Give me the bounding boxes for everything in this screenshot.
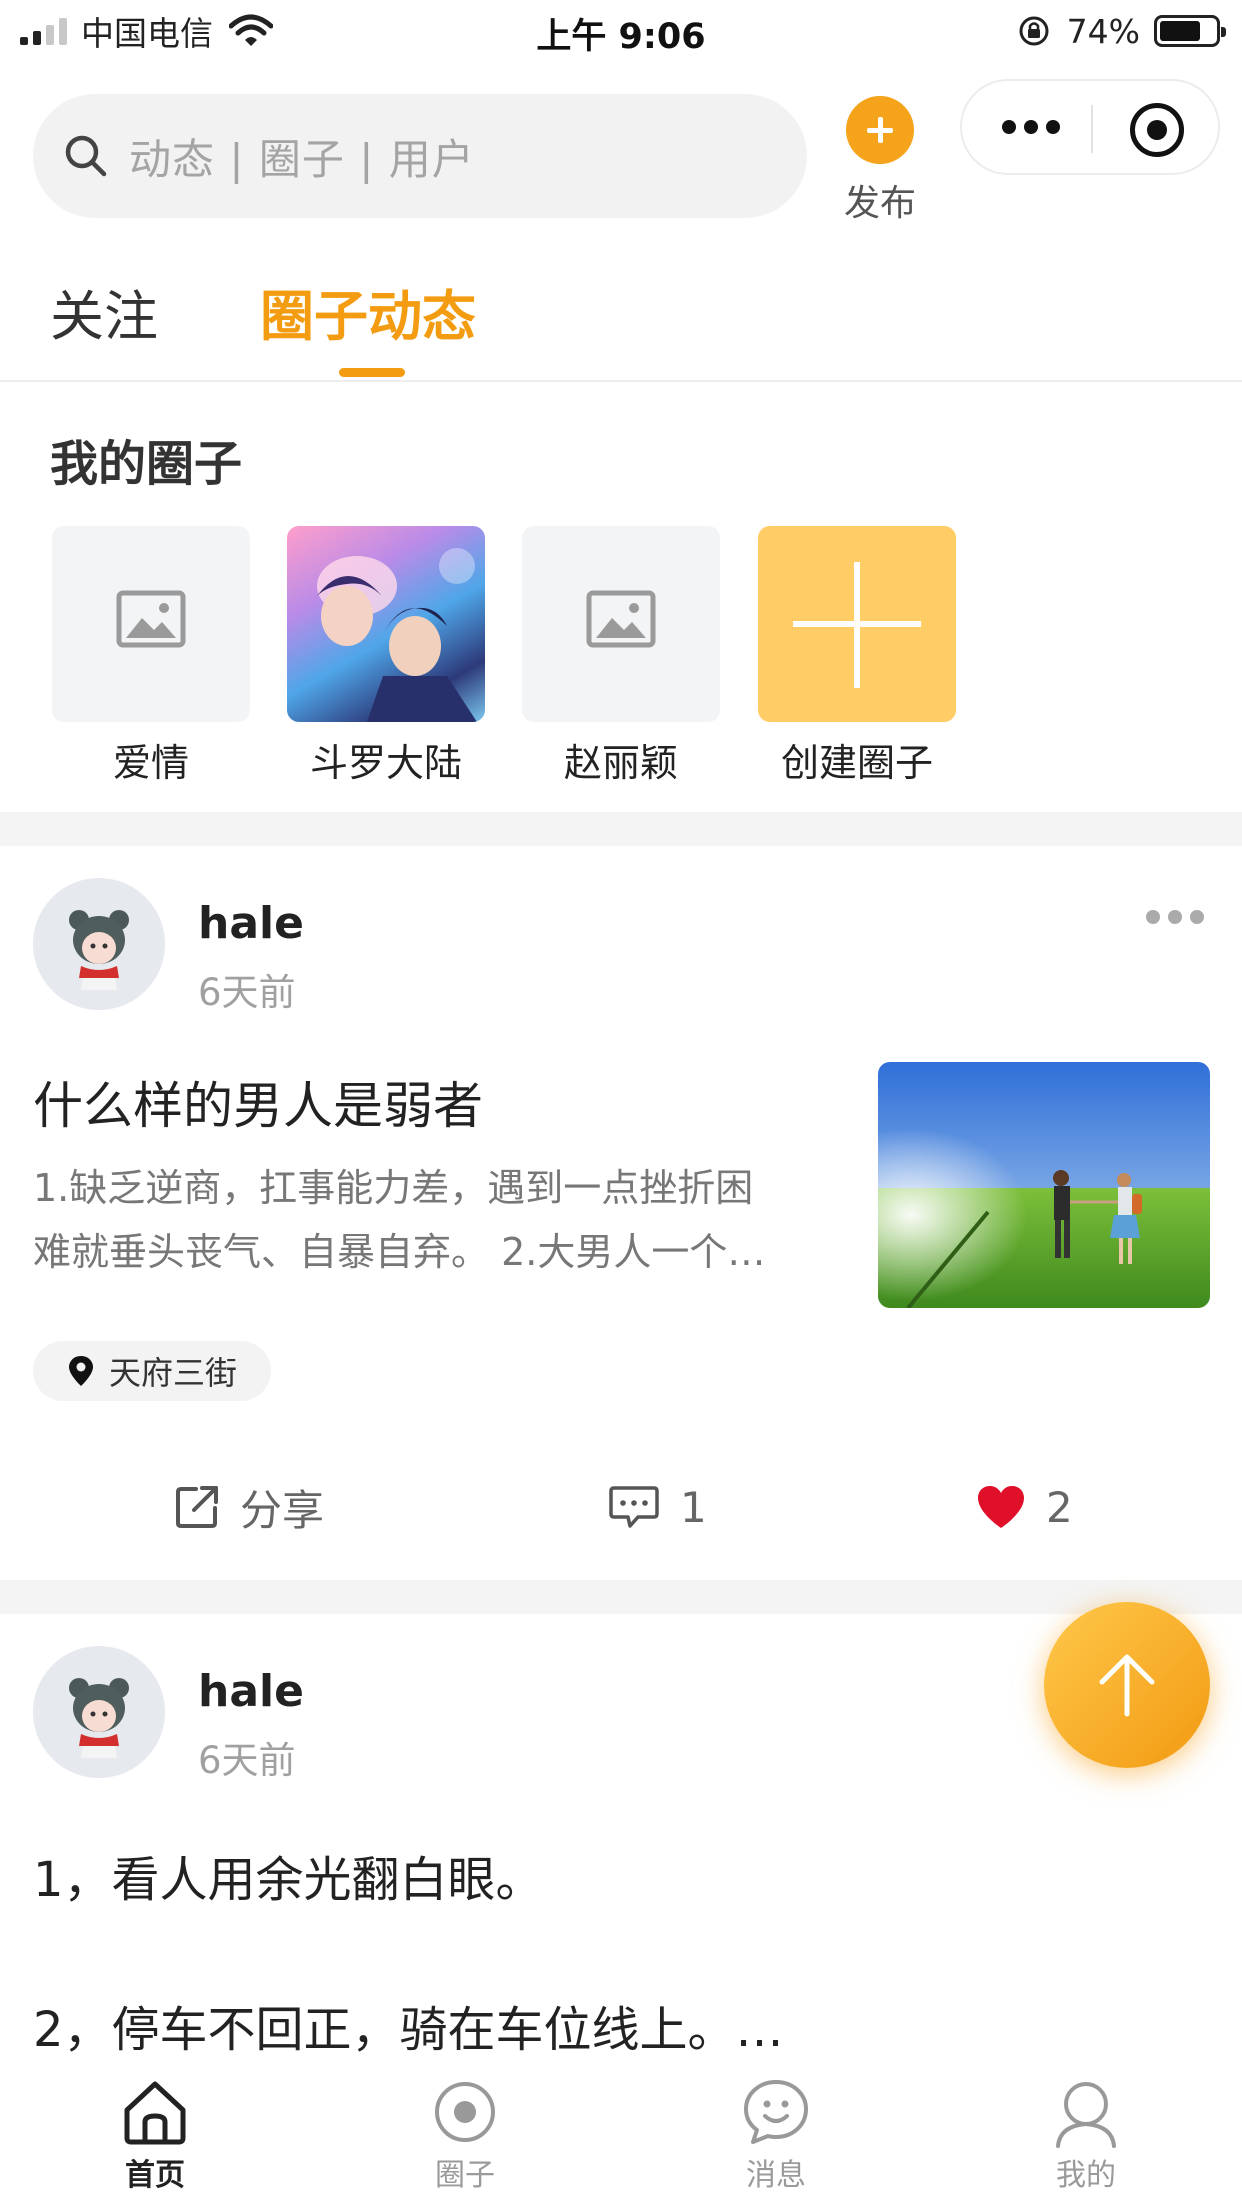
- circle-name: 爱情: [112, 741, 189, 785]
- back-to-top-button[interactable]: [1044, 1602, 1210, 1768]
- tab-active-indicator: [339, 368, 405, 377]
- post-body-line[interactable]: 2，停车不回正，骑在车位线上。…: [33, 1990, 784, 2060]
- nav-messages[interactable]: 消息: [696, 2076, 856, 2194]
- share-button[interactable]: 分享: [174, 1474, 324, 1540]
- post-excerpt-line: 难就垂头丧气、自暴自弃。 2.大男人一个…: [33, 1230, 766, 1274]
- more-options-button[interactable]: [1002, 117, 1062, 137]
- comment-icon: [609, 1486, 659, 1528]
- user-avatar-image: [33, 878, 165, 1010]
- image-placeholder-icon: [116, 590, 186, 648]
- nav-label: 圈子: [435, 2158, 495, 2193]
- post-excerpt[interactable]: 1.缺乏逆商，扛事能力差，遇到一点挫折困 难就垂头丧气、自暴自弃。 2.大男人一…: [33, 1156, 843, 1284]
- profile-icon: [1056, 2082, 1116, 2148]
- circle-thumb-anime-artwork: [287, 526, 485, 722]
- arrow-up-icon: [1099, 1654, 1155, 1717]
- circle-item-douluo[interactable]: 斗罗大陆: [287, 526, 485, 787]
- battery-icon: [1154, 15, 1226, 47]
- plus-icon: [846, 96, 914, 164]
- circle-thumb: [52, 526, 250, 722]
- close-miniprogram-icon[interactable]: [1130, 103, 1184, 157]
- share-label: 分享: [240, 1485, 325, 1535]
- status-right: 74%: [1017, 10, 1226, 52]
- nav-label: 消息: [746, 2158, 806, 2193]
- search-placeholder: 动态 | 圈子 | 用户: [129, 134, 475, 184]
- comment-count: 1: [680, 1482, 707, 1532]
- search-input[interactable]: 动态 | 圈子 | 用户: [33, 94, 807, 218]
- publish-button[interactable]: 发布: [838, 96, 922, 226]
- tab-circle-feed[interactable]: 圈子动态: [260, 272, 476, 351]
- like-button[interactable]: 2: [976, 1474, 1073, 1540]
- post-username[interactable]: hale: [198, 898, 304, 949]
- share-icon: [176, 1486, 218, 1528]
- tab-follow[interactable]: 关注: [50, 272, 158, 351]
- search-icon: [65, 135, 107, 177]
- post-time: 6天前: [198, 971, 296, 1014]
- post-image[interactable]: [878, 1062, 1210, 1308]
- post-body-line[interactable]: 1，看人用余光翻白眼。: [33, 1840, 544, 1910]
- section-divider: [0, 1580, 1242, 1614]
- post-title[interactable]: 什么样的男人是弱者: [33, 1066, 483, 1138]
- post-more-icon[interactable]: [1146, 908, 1206, 926]
- status-bar: 中国电信 上午 9:06 74%: [0, 0, 1242, 62]
- rotation-lock-icon: [1019, 16, 1049, 46]
- app-screen: 中国电信 上午 9:06 74% 动态 | 圈子 | 用户 发布 关注 圈子动态…: [0, 0, 1242, 2208]
- plus-icon: [758, 526, 956, 722]
- post-username[interactable]: hale: [198, 1666, 304, 1717]
- section-divider: [0, 812, 1242, 846]
- nav-profile[interactable]: 我的: [1006, 2076, 1166, 2194]
- circle-name: 斗罗大陆: [309, 741, 462, 785]
- image-placeholder-icon: [586, 590, 656, 648]
- anime-artwork-image: [317, 548, 477, 722]
- post-time: 6天前: [198, 1739, 296, 1782]
- circle-name: 赵丽颖: [563, 741, 678, 785]
- message-icon: [744, 2080, 808, 2144]
- tab-bar: 关注 圈子动态: [0, 262, 1242, 382]
- bottom-nav: 首页 圈子 消息 我的: [0, 2068, 1242, 2208]
- avatar[interactable]: [33, 1646, 165, 1778]
- miniprogram-capsule: [960, 79, 1220, 175]
- comment-button[interactable]: 1: [608, 1474, 707, 1540]
- location-name: 天府三街: [109, 1354, 238, 1392]
- nav-label: 我的: [1056, 2158, 1116, 2193]
- user-avatar-image: [33, 1646, 165, 1778]
- circle-item-love[interactable]: 爱情: [52, 526, 250, 787]
- circle-item-zhaoliying[interactable]: 赵丽颖: [522, 526, 720, 787]
- my-circles-title: 我的圈子: [50, 436, 243, 492]
- like-count: 2: [1046, 1482, 1073, 1532]
- avatar[interactable]: [33, 878, 165, 1010]
- circle-name: 创建圈子: [780, 741, 933, 785]
- location-tag[interactable]: 天府三街: [33, 1341, 272, 1401]
- create-circle-button[interactable]: 创建圈子: [758, 526, 956, 787]
- couple-in-field-photo: [878, 1062, 1210, 1308]
- battery-fill: [1160, 21, 1200, 41]
- location-pin-icon: [69, 1356, 93, 1386]
- circle-icon: [435, 2082, 495, 2142]
- home-icon: [124, 2081, 186, 2145]
- nav-home[interactable]: 首页: [75, 2076, 235, 2194]
- circle-thumb: [522, 526, 720, 722]
- nav-circle[interactable]: 圈子: [385, 2076, 545, 2194]
- battery-percent: 74%: [1066, 11, 1140, 51]
- nav-label: 首页: [125, 2158, 185, 2193]
- publish-label: 发布: [843, 183, 916, 224]
- heart-icon: [978, 1486, 1024, 1528]
- post-excerpt-line: 1.缺乏逆商，扛事能力差，遇到一点挫折困: [33, 1166, 754, 1210]
